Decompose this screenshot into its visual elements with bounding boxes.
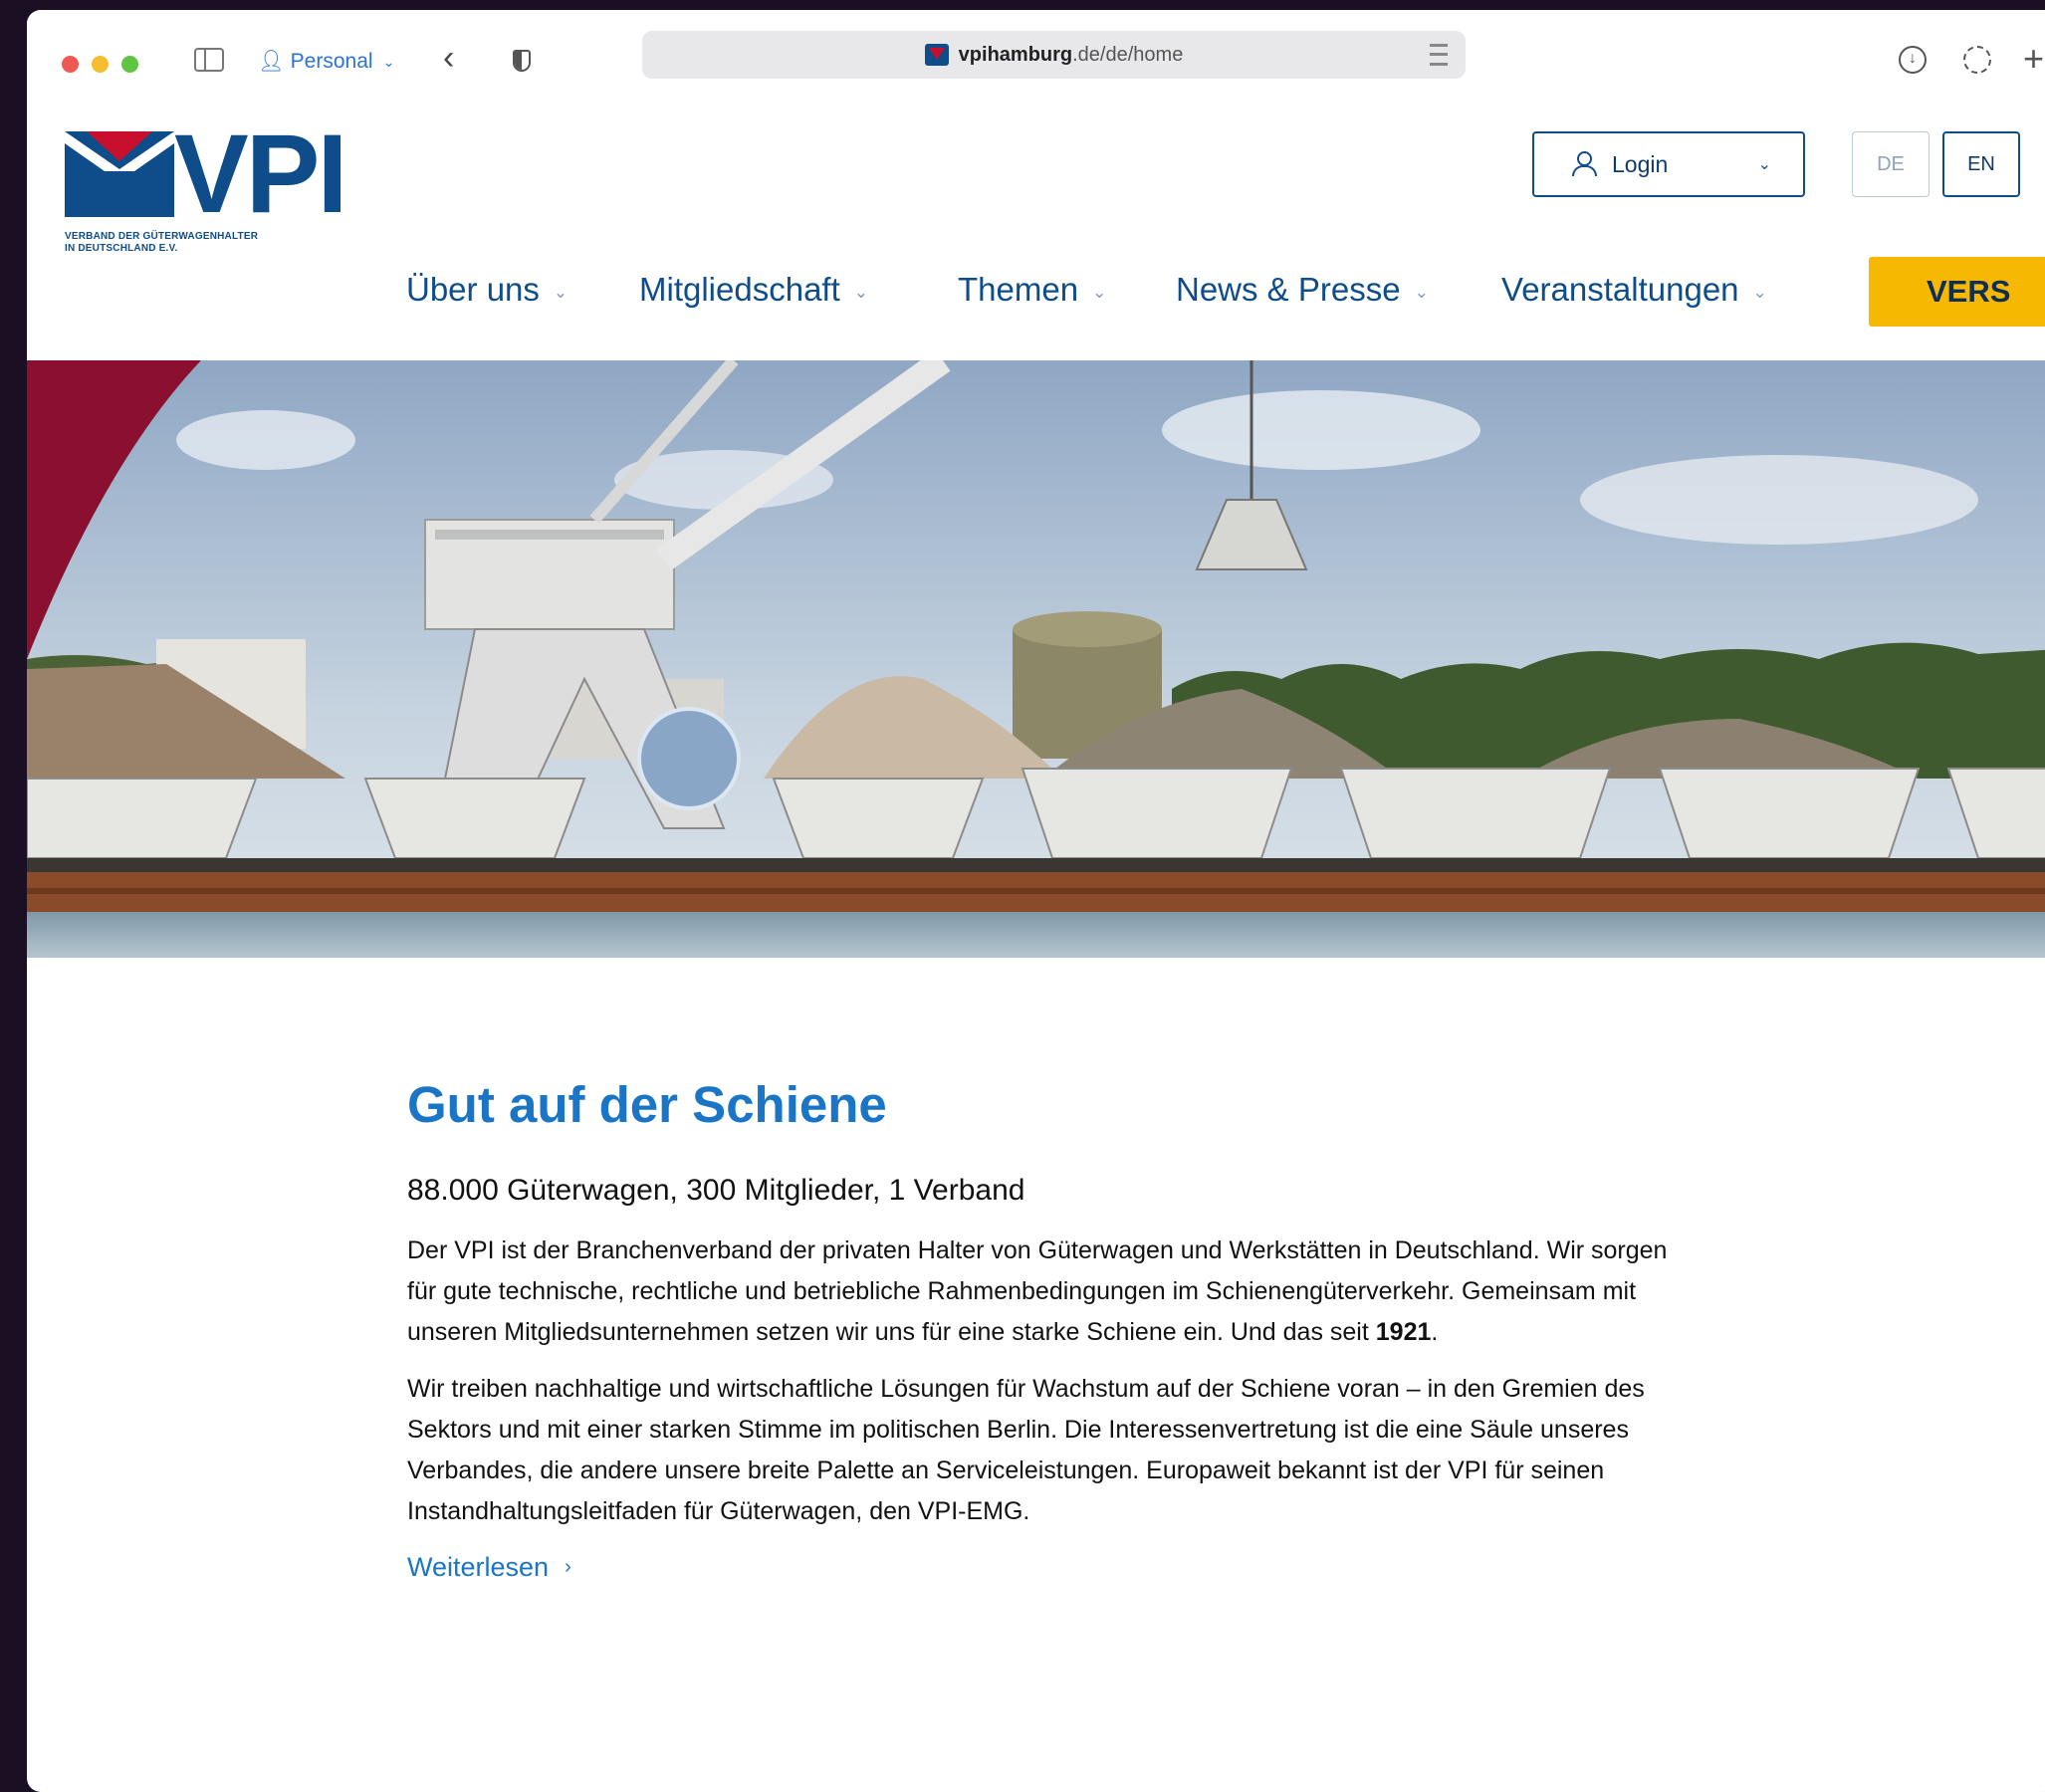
- browser-window: 👤︎ Personal ⌄ ‹ vpihamburg.de/de/home ↓ …: [27, 10, 2045, 1792]
- profile-switcher[interactable]: 👤︎ Personal ⌄: [258, 50, 394, 74]
- nav-item-ueber-uns[interactable]: Über uns ⌄: [406, 271, 568, 309]
- chevron-down-icon: ⌄: [853, 283, 869, 302]
- logo-subtitle: VERBAND DER GÜTERWAGENHALTER IN DEUTSCHL…: [65, 231, 259, 254]
- minimize-window-button[interactable]: [92, 56, 109, 73]
- logo-wordmark: VPI: [174, 112, 348, 236]
- extensions-icon[interactable]: [1963, 46, 1991, 74]
- browser-toolbar: 👤︎ Personal ⌄ ‹ vpihamburg.de/de/home ↓ …: [27, 10, 2045, 105]
- site-favicon-icon: [924, 44, 949, 66]
- chevron-down-icon: ⌄: [1757, 156, 1771, 173]
- chevron-down-icon: ⌄: [1092, 283, 1107, 302]
- hero-image: [27, 360, 2045, 958]
- nav-item-news-presse[interactable]: News & Presse ⌄: [1176, 271, 1429, 309]
- language-en-button[interactable]: EN: [1942, 131, 2020, 197]
- hero-port-crane-illustration: [27, 360, 2045, 958]
- nav-item-mitgliedschaft[interactable]: Mitgliedschaft ⌄: [639, 271, 868, 309]
- profile-label: Personal: [290, 50, 373, 73]
- reader-mode-icon[interactable]: [1430, 44, 1448, 66]
- download-icon[interactable]: ↓: [1899, 46, 1927, 74]
- chevron-down-icon: ⌄: [553, 283, 568, 302]
- chevron-down-icon: ⌄: [382, 53, 395, 70]
- site-logo[interactable]: VPI VERBAND DER GÜTERWAGENHALTER IN DEUT…: [65, 118, 363, 281]
- url-text: vpihamburg.de/de/home: [958, 43, 1184, 66]
- maximize-window-button[interactable]: [121, 56, 138, 73]
- new-tab-plus-icon[interactable]: +: [2023, 38, 2044, 80]
- chevron-down-icon: ⌄: [1414, 283, 1429, 302]
- chevron-down-icon: ⌄: [1752, 283, 1767, 302]
- privacy-shield-icon[interactable]: [513, 50, 531, 72]
- login-dropdown-button[interactable]: Login ⌄: [1532, 131, 1805, 197]
- vpi-logo-mark-icon: [65, 131, 174, 217]
- sidebar-toggle-icon[interactable]: [194, 48, 224, 72]
- close-window-button[interactable]: [62, 56, 79, 73]
- intro-section: Gut auf der Schiene 88.000 Güterwagen, 3…: [407, 1075, 1702, 1583]
- founding-year: 1921: [1375, 1318, 1432, 1346]
- page-title: Gut auf der Schiene: [407, 1076, 887, 1133]
- nav-item-veranstaltungen[interactable]: Veranstaltungen ⌄: [1501, 271, 1767, 309]
- read-more-label: Weiterlesen: [407, 1552, 550, 1582]
- language-de-button[interactable]: DE: [1852, 131, 1930, 197]
- login-label: Login: [1612, 150, 1669, 177]
- address-bar[interactable]: vpihamburg.de/de/home: [642, 31, 1466, 79]
- intro-paragraph-2: Wir treiben nachhaltige und wirtschaftli…: [407, 1375, 1645, 1525]
- nav-item-themen[interactable]: Themen ⌄: [958, 271, 1106, 309]
- page-subtitle: 88.000 Güterwagen, 300 Mitglieder, 1 Ver…: [407, 1174, 1025, 1207]
- chevron-right-icon: ›: [565, 1556, 571, 1578]
- person-icon: 👤︎: [258, 50, 285, 73]
- intro-paragraph-1: Der VPI ist der Branchenverband der priv…: [407, 1236, 1668, 1346]
- read-more-link[interactable]: Weiterlesen ›: [407, 1552, 1702, 1583]
- user-icon: [1570, 151, 1597, 177]
- cta-button[interactable]: VERS: [1869, 257, 2045, 327]
- back-arrow-icon[interactable]: ‹: [443, 41, 454, 75]
